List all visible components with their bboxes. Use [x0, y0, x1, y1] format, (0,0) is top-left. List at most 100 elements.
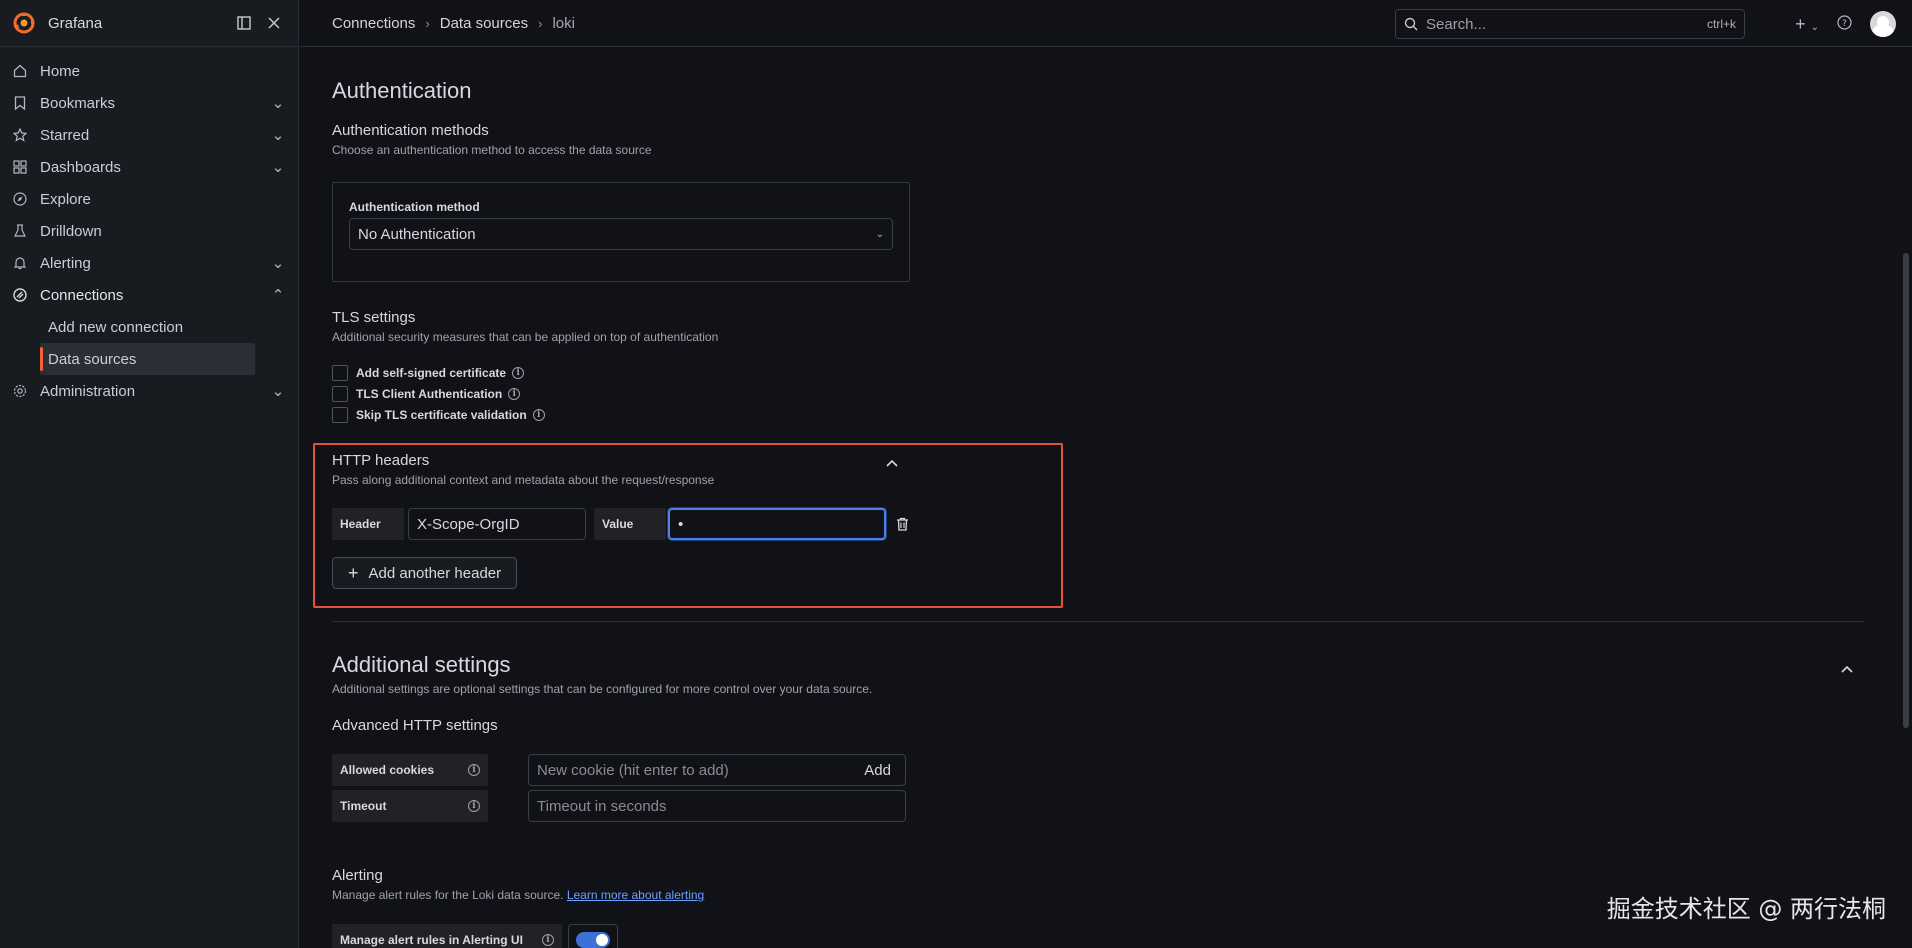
auth-method-select[interactable]: No Authentication ⌄	[349, 218, 893, 250]
breadcrumb-separator-icon: ›	[425, 15, 430, 31]
breadcrumb-current: loki	[552, 14, 575, 32]
top-bar: Connections › Data sources › loki Search…	[300, 0, 1912, 47]
additional-settings-title: Additional settings	[332, 652, 511, 677]
close-menu-icon[interactable]	[262, 11, 286, 35]
dashboards-icon	[12, 159, 28, 175]
learn-more-alerting-link[interactable]: Learn more about alerting	[567, 888, 704, 902]
nav-label: Drilldown	[40, 222, 102, 240]
nav-label: Home	[40, 62, 81, 80]
chevron-down-icon[interactable]: ⌄	[270, 127, 286, 144]
checkbox[interactable]	[332, 407, 348, 423]
info-icon[interactable]: i	[468, 764, 480, 776]
breadcrumb-connections[interactable]: Connections	[332, 15, 415, 32]
nav-item-home[interactable]: Home	[0, 55, 298, 87]
dock-menu-icon[interactable]	[232, 11, 256, 35]
timeout-input[interactable]: Timeout in seconds	[528, 790, 906, 822]
nav-subitem-add-new-connection[interactable]: Add new connection	[0, 311, 255, 343]
breadcrumb: Connections › Data sources › loki	[332, 15, 575, 32]
grafana-app: Grafana Home Bookmarks ⌄ Starred ⌄ Dashb…	[0, 0, 1912, 948]
auth-method-value: No Authentication	[358, 225, 476, 243]
breadcrumb-separator-icon: ›	[538, 15, 543, 31]
collapse-chevron-up-icon[interactable]	[1841, 660, 1853, 676]
auth-method-label: Authentication method	[349, 200, 480, 214]
nav-item-alerting[interactable]: Alerting ⌄	[0, 247, 298, 279]
advanced-http-title: Advanced HTTP settings	[332, 717, 498, 734]
svg-text:?: ?	[1842, 19, 1847, 29]
nav-label: Starred	[40, 126, 90, 144]
chevron-down-icon: ⌄	[875, 228, 884, 240]
tls-option-client-auth[interactable]: TLS Client Authentication i	[332, 386, 521, 402]
tls-option-skip-verify[interactable]: Skip TLS certificate validation i	[332, 407, 545, 423]
gear-icon	[12, 383, 28, 399]
nav-label: Connections	[40, 286, 124, 304]
nav-label: Dashboards	[40, 158, 121, 176]
brand-bar: Grafana	[0, 0, 298, 47]
chevron-up-icon[interactable]: ⌃	[270, 287, 286, 304]
additional-settings-desc: Additional settings are optional setting…	[332, 682, 873, 696]
bell-icon	[12, 255, 28, 271]
nav-item-administration[interactable]: Administration ⌄	[0, 375, 298, 407]
nav-label: Explore	[40, 190, 91, 208]
alerting-title: Alerting	[332, 867, 383, 884]
allowed-cookies-placeholder: New cookie (hit enter to add)	[537, 761, 729, 779]
info-icon[interactable]: i	[532, 409, 545, 421]
info-icon[interactable]: i	[508, 388, 521, 400]
bookmark-icon	[12, 95, 28, 111]
breadcrumb-data-sources[interactable]: Data sources	[440, 15, 528, 32]
checkbox[interactable]	[332, 386, 348, 402]
nav-subitem-data-sources[interactable]: Data sources	[40, 343, 255, 375]
chevron-down-icon[interactable]: ⌄	[270, 95, 286, 112]
chevron-down-icon[interactable]: ⌄	[270, 159, 286, 176]
search-shortcut: ctrl+k	[1706, 17, 1736, 31]
search-icon	[1404, 17, 1418, 31]
nav-item-explore[interactable]: Explore	[0, 183, 298, 215]
nav-item-starred[interactable]: Starred ⌄	[0, 119, 298, 151]
search-input[interactable]: Search... ctrl+k	[1395, 9, 1745, 39]
top-actions: + ⌄ ?	[1795, 9, 1896, 39]
app-name: Grafana	[48, 14, 103, 32]
section-divider	[332, 621, 1864, 622]
auth-methods-desc: Choose an authentication method to acces…	[332, 143, 652, 157]
checkbox-label: Skip TLS certificate validation	[356, 408, 527, 422]
grafana-logo-icon[interactable]	[12, 11, 36, 35]
manage-alert-rules-label: Manage alert rules in Alerting UI i	[332, 924, 562, 948]
info-icon[interactable]: i	[468, 800, 480, 812]
add-new-icon[interactable]: + ⌄	[1795, 14, 1819, 35]
info-icon[interactable]: i	[512, 367, 525, 379]
chevron-down-icon[interactable]: ⌄	[270, 255, 286, 272]
nav-menu: Home Bookmarks ⌄ Starred ⌄ Dashboards ⌄ …	[0, 47, 298, 407]
sidebar: Grafana Home Bookmarks ⌄ Starred ⌄ Dashb…	[0, 0, 299, 948]
allowed-cookies-input[interactable]: New cookie (hit enter to add) Add	[528, 754, 906, 786]
allowed-cookies-text: Allowed cookies	[340, 763, 435, 777]
manage-alert-rules-text: Manage alert rules in Alerting UI	[340, 933, 523, 947]
nav-item-connections[interactable]: Connections ⌃	[0, 279, 298, 311]
tls-header: TLS settings Additional security measure…	[332, 309, 718, 344]
tls-option-self-signed[interactable]: Add self-signed certificate i	[332, 365, 525, 381]
search-placeholder: Search...	[1426, 15, 1487, 33]
help-icon[interactable]: ?	[1837, 15, 1852, 33]
user-avatar[interactable]	[1870, 11, 1896, 37]
home-icon	[12, 63, 28, 79]
nav-label: Administration	[40, 382, 136, 400]
alerting-header: Alerting Manage alert rules for the Loki…	[332, 867, 704, 902]
add-cookie-button[interactable]: Add	[864, 762, 897, 779]
checkbox-label: TLS Client Authentication	[356, 387, 503, 401]
nav-item-drilldown[interactable]: Drilldown	[0, 215, 298, 247]
allowed-cookies-label: Allowed cookies i	[332, 754, 488, 786]
checkbox[interactable]	[332, 365, 348, 381]
nav-item-dashboards[interactable]: Dashboards ⌄	[0, 151, 298, 183]
timeout-text: Timeout	[340, 799, 387, 813]
timeout-placeholder: Timeout in seconds	[537, 797, 667, 815]
nav-item-bookmarks[interactable]: Bookmarks ⌄	[0, 87, 298, 119]
nav-label: Bookmarks	[40, 94, 116, 112]
chevron-down-icon[interactable]: ⌄	[270, 383, 286, 400]
watermark-text: 掘金技术社区 @ 两行法桐	[1606, 895, 1886, 923]
auth-methods-title: Authentication methods	[332, 122, 489, 139]
scrollbar-thumb[interactable]	[1903, 253, 1909, 728]
toggle-track	[576, 932, 610, 948]
manage-alert-rules-toggle[interactable]	[568, 924, 618, 948]
info-icon[interactable]: i	[542, 934, 554, 946]
checkbox-label: Add self-signed certificate	[356, 366, 507, 380]
scrollbar[interactable]	[1902, 48, 1910, 948]
alerting-desc-row: Manage alert rules for the Loki data sou…	[332, 888, 704, 902]
